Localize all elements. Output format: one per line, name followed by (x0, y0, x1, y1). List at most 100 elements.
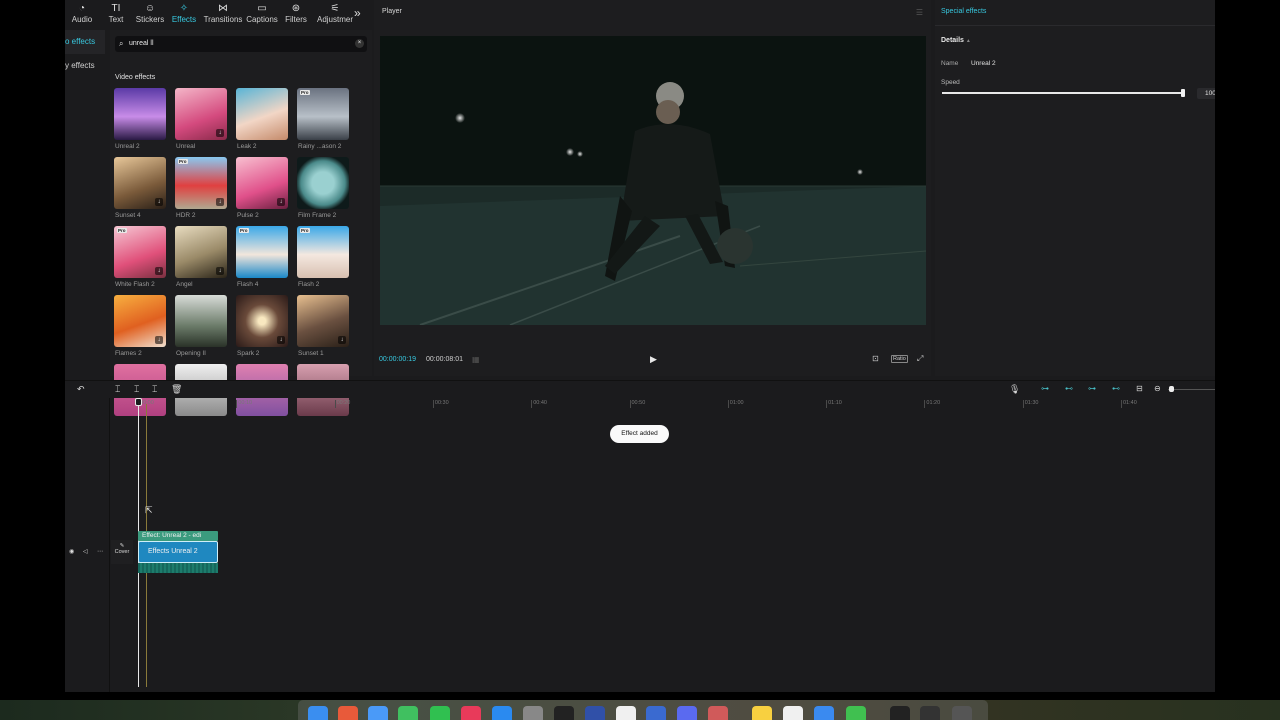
effect-thumbnail[interactable] (175, 295, 227, 347)
effect-thumbnail[interactable]: Pro (297, 88, 349, 140)
effect-card[interactable]: ↓ Flames 2 (114, 295, 166, 357)
dock-app-icon[interactable] (368, 706, 388, 720)
dock-app-icon[interactable] (890, 706, 910, 720)
link-main-track-icon[interactable]: ⊶ (1041, 384, 1049, 393)
effect-card[interactable]: Leak 2 (236, 88, 288, 150)
delete-icon[interactable]: 🗑 (171, 384, 182, 395)
download-icon[interactable]: ↓ (277, 336, 285, 344)
eye-icon[interactable]: ◉ (69, 548, 74, 555)
magnet-icon[interactable]: ⊷ (1065, 384, 1073, 393)
tab-filters[interactable]: ⊛ Filters (279, 0, 313, 28)
speed-slider-knob[interactable] (1181, 89, 1185, 97)
timeline-ruler[interactable]: 00:00 00:10 00:20 00:30 00:40 00:50 01:00 01:10… (125, 398, 1215, 412)
download-icon[interactable]: ↓ (155, 336, 163, 344)
zoom-slider-knob[interactable] (1169, 386, 1174, 392)
microphone-icon[interactable]: 🎙 (1009, 384, 1020, 395)
dock-app-icon[interactable] (646, 706, 666, 720)
effect-thumbnail[interactable]: Pro (236, 226, 288, 278)
dock-app-icon[interactable] (430, 706, 450, 720)
dock-app-icon[interactable] (814, 706, 834, 720)
speed-slider[interactable] (942, 89, 1185, 97)
effect-clip-header[interactable]: Effect: Unreal 2 - edi (138, 531, 218, 541)
effect-thumbnail[interactable] (114, 88, 166, 140)
player-menu-icon[interactable]: ☰ (916, 8, 923, 17)
fullscreen-icon[interactable]: ⤢ (917, 354, 923, 364)
playhead-handle[interactable] (135, 398, 142, 406)
download-icon[interactable]: ↓ (155, 267, 163, 275)
cover-button[interactable]: ✎ Cover (111, 540, 133, 564)
effect-thumbnail[interactable]: ↓ (114, 295, 166, 347)
play-button[interactable]: ▶ (650, 354, 657, 365)
download-icon[interactable]: ↓ (216, 129, 224, 137)
effect-card[interactable]: Unreal 2 (114, 88, 166, 150)
download-icon[interactable]: ↓ (277, 198, 285, 206)
download-icon[interactable]: ↓ (155, 198, 163, 206)
effect-card[interactable]: Pro Flash 2 (297, 226, 349, 288)
effect-thumbnail[interactable]: Pro (297, 226, 349, 278)
dock-app-icon[interactable] (677, 706, 697, 720)
clear-search-icon[interactable]: × (355, 39, 364, 48)
tab-adjustmer[interactable]: ⚟ Adjustmer (313, 0, 357, 28)
effect-thumbnail[interactable] (236, 88, 288, 140)
tab-text[interactable]: TI Text (99, 0, 133, 28)
effect-thumbnail[interactable]: ↓ (175, 88, 227, 140)
split-icon[interactable]: ⌶ (115, 384, 120, 395)
timecode-grid-icon[interactable]: ▦ (472, 355, 480, 364)
dock-app-icon[interactable] (616, 706, 636, 720)
effect-thumbnail[interactable]: ↓ (236, 157, 288, 209)
dock-app-icon[interactable] (554, 706, 574, 720)
effect-card[interactable]: ↓ Unreal (175, 88, 227, 150)
dock-app-icon[interactable] (338, 706, 358, 720)
category-body-effects[interactable]: y effects (65, 54, 105, 78)
download-icon[interactable]: ↓ (338, 336, 346, 344)
effect-card[interactable]: ↓ Sunset 1 (297, 295, 349, 357)
effect-card[interactable]: Film Frame 2 (297, 157, 349, 219)
dock-app-icon[interactable] (585, 706, 605, 720)
effect-thumbnail[interactable]: ↓ (114, 157, 166, 209)
dock-app-icon[interactable] (708, 706, 728, 720)
tab-captions[interactable]: ▭ Captions (245, 0, 279, 28)
fit-timeline-icon[interactable]: ⊟ (1136, 384, 1143, 393)
effect-thumbnail[interactable] (297, 157, 349, 209)
effect-thumbnail[interactable]: Pro ↓ (175, 157, 227, 209)
dock-app-icon[interactable] (952, 706, 972, 720)
screenshot-icon[interactable]: ⊡ (872, 354, 879, 363)
speed-value-input[interactable]: 100 (1197, 88, 1215, 99)
zoom-out-icon[interactable]: ⊖ (1154, 384, 1161, 393)
special-effects-tab[interactable]: Special effects (941, 8, 986, 15)
more-icon[interactable]: ⋯ (97, 548, 103, 555)
tab-audio[interactable]: ◔ Audio (65, 0, 99, 28)
effect-card[interactable]: ↓ Pulse 2 (236, 157, 288, 219)
tab-transitions[interactable]: ⋈ Transitions (201, 0, 245, 28)
details-heading[interactable]: Details ▲ (941, 37, 971, 44)
search-input[interactable]: ⌕ unreal ll × (115, 36, 367, 52)
dock-app-icon[interactable] (846, 706, 866, 720)
dock-app-icon[interactable] (398, 706, 418, 720)
dock-app-icon[interactable] (920, 706, 940, 720)
dock-app-icon[interactable] (461, 706, 481, 720)
tab-stickers[interactable]: ☺ Stickers (133, 0, 167, 28)
speaker-icon[interactable]: ◁ (83, 548, 88, 555)
trim-left-icon[interactable]: ⌶ (134, 384, 139, 395)
download-icon[interactable]: ↓ (216, 267, 224, 275)
dock-app-icon[interactable] (752, 706, 772, 720)
effect-card[interactable]: ↓ Sunset 4 (114, 157, 166, 219)
dock-app-icon[interactable] (523, 706, 543, 720)
effect-thumbnail[interactable]: ↓ (297, 295, 349, 347)
category-video-effects[interactable]: o effects (65, 30, 105, 54)
preview-axis-icon[interactable]: ⊷ (1112, 384, 1120, 393)
dock-app-icon[interactable] (308, 706, 328, 720)
effect-card[interactable]: Pro Rainy ...ason 2 (297, 88, 349, 150)
effect-card[interactable]: ↓ Spark 2 (236, 295, 288, 357)
link-clips-icon[interactable]: ⊶ (1088, 384, 1096, 393)
effect-clip[interactable]: Effects Unreal 2 (138, 541, 218, 563)
effect-thumbnail[interactable]: Pro ↓ (114, 226, 166, 278)
effect-thumbnail[interactable]: ↓ (236, 295, 288, 347)
effect-card[interactable]: ↓ Angel (175, 226, 227, 288)
effect-card[interactable]: Pro ↓ White Flash 2 (114, 226, 166, 288)
undo-icon[interactable]: ↶ (77, 384, 85, 395)
zoom-slider[interactable] (1168, 389, 1215, 390)
audio-waveform-strip[interactable] (138, 563, 218, 573)
ratio-button[interactable]: Ratio (891, 355, 908, 363)
effect-card[interactable]: Opening II (175, 295, 227, 357)
